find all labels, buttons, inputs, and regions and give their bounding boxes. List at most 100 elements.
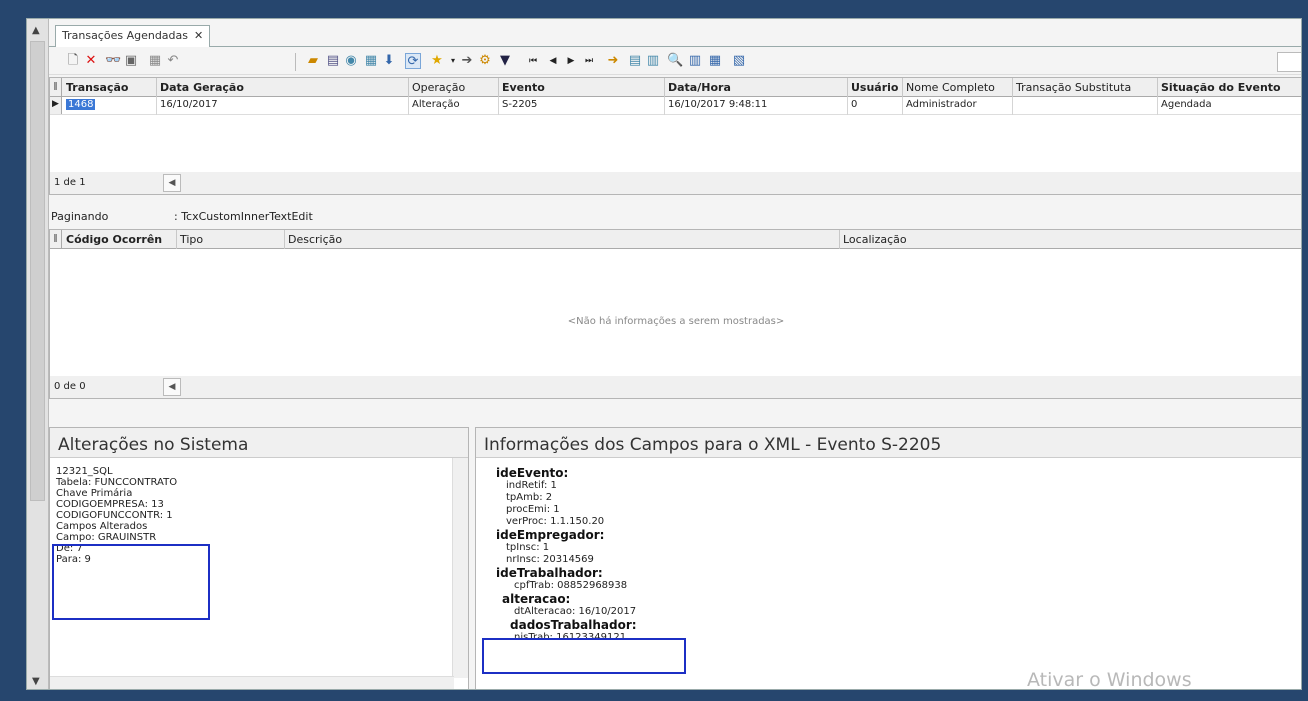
col-transacao[interactable]: Transação [63,78,157,97]
cell-data-geracao[interactable]: 16/10/2017 [157,97,409,115]
xml-field: tpAmb: 2 [506,492,553,503]
print-icon[interactable]: ▣ [123,53,139,69]
report-icon[interactable]: ▤ [627,53,643,69]
close-tab-icon[interactable]: ✕ [194,29,203,42]
scroll-down-icon[interactable]: ▼ [32,676,40,687]
status-label: Paginando [51,210,109,223]
col-transacao-substituta[interactable]: Transação Substituta [1013,78,1158,97]
main-area: Transações Agendadas ✕ 🗋 ✕ 👓 ▣ ▦ ↶ ▰ ▤ ◉ … [49,19,1301,690]
changes-panel: Alterações no Sistema 12321_SQL Tabela: … [49,427,469,689]
changes-panel-title: Alterações no Sistema [50,428,468,458]
page-prev-icon[interactable]: ◀ [163,378,181,396]
save-icon[interactable]: ▦ [147,53,163,69]
row-indicator-header: ‖ [50,78,62,96]
col-data-geracao[interactable]: Data Geração [157,78,409,97]
toolbar-search-box[interactable] [1277,52,1301,72]
grid-icon[interactable]: ▦ [707,53,723,69]
xml-group-dadostrabalhador: dadosTrabalhador: [510,618,637,632]
search-icon[interactable]: 🔍 [667,53,683,69]
cell-operacao[interactable]: Alteração [409,97,499,115]
table-icon[interactable]: ▦ [363,53,379,69]
grid-header: ‖ Transação Data Geração Operação Evento… [50,78,1301,97]
cell-data-hora[interactable]: 16/10/2017 9:48:11 [665,97,848,115]
col-usuario[interactable]: Usuário [848,78,903,97]
tab-label: Transações Agendadas [62,29,189,42]
transactions-grid: ‖ Transação Data Geração Operação Evento… [49,77,1301,195]
preview-icon[interactable]: ▧ [731,53,747,69]
next-record-icon[interactable]: ▶ [563,53,579,69]
star-icon[interactable]: ★ [429,53,445,69]
cell-transacao[interactable]: 1468 [63,97,157,115]
status-value: : TcxCustomInnerTextEdit [174,210,313,223]
col-descricao[interactable]: Descrição [285,230,840,249]
col-codigo-ocorrencia[interactable]: Código Ocorrên [63,230,177,249]
col-tipo[interactable]: Tipo [177,230,285,249]
scroll-up-icon[interactable]: ▲ [32,25,40,36]
first-record-icon[interactable]: ⏮ [525,53,541,69]
xml-group-ideempregador: ideEmpregador: [496,528,605,542]
occurrences-grid: ‖ Código Ocorrên Tipo Descrição Localiza… [49,229,1301,399]
scroll-thumb[interactable] [30,41,45,501]
col-data-hora[interactable]: Data/Hora [665,78,848,97]
globe-icon[interactable]: ◉ [343,53,359,69]
grid2-pager: 0 de 0 ◀ [50,376,1301,398]
page-count: 0 de 0 [54,381,86,392]
activate-windows-watermark: Ativar o Windows [1027,669,1192,690]
delete-icon[interactable]: ✕ [83,53,99,69]
change-line: Tabela: FUNCCONTRATO [56,477,178,488]
export-icon[interactable]: ➔ [459,53,475,69]
xml-fields-panel: Informações dos Campos para o XML - Even… [475,427,1301,690]
xml-field: dtAlteracao: 16/10/2017 [514,606,637,617]
xml-field: procEmi: 1 [506,504,560,515]
send-icon[interactable]: ➜ [605,53,621,69]
last-record-icon[interactable]: ⏭ [581,53,597,69]
outer-vertical-scrollbar[interactable]: ▲ ▼ [27,19,49,689]
xml-field: tpInsc: 1 [506,542,550,553]
xml-fields[interactable]: ideEvento: indRetif: 1 tpAmb: 2 procEmi:… [496,466,637,644]
columns-icon[interactable]: ▥ [687,53,703,69]
cell-nome-completo[interactable]: Administrador [903,97,1013,115]
col-situacao-evento[interactable]: Situação do Evento [1158,78,1301,97]
filter-edit-icon[interactable]: ⚙ [477,53,493,69]
changes-horizontal-scrollbar[interactable] [50,676,454,689]
tab-transacoes-agendadas[interactable]: Transações Agendadas ✕ [55,25,211,47]
col-evento[interactable]: Evento [499,78,665,97]
table-row[interactable]: ▶ 1468 16/10/2017 Alteração S-2205 16/10… [50,97,1301,115]
page-prev-icon[interactable]: ◀ [163,174,181,192]
xml-field: cpfTrab: 08852968938 [514,580,628,591]
download-icon[interactable]: ⬇ [381,53,397,69]
xml-field: indRetif: 1 [506,480,557,491]
form-icon[interactable]: ▤ [325,53,341,69]
page-count: 1 de 1 [54,177,86,188]
change-line: Campo: GRAUINSTR [56,532,157,543]
cell-transacao-value[interactable]: 1468 [66,99,96,110]
change-line: Campos Alterados [56,521,148,532]
prev-record-icon[interactable]: ◀ [545,53,561,69]
undo-icon[interactable]: ↶ [165,53,181,69]
toolbar: 🗋 ✕ 👓 ▣ ▦ ↶ ▰ ▤ ◉ ▦ ⬇ ⟳ ★ ▾ ➔ ⚙ ▼ ⏮ ◀ ▶ … [49,49,1301,75]
cell-usuario[interactable]: 0 [848,97,903,115]
col-nome-completo[interactable]: Nome Completo [903,78,1013,97]
toolbar-separator [295,53,296,71]
col-operacao[interactable]: Operação [409,78,499,97]
xml-field: nrInsc: 20314569 [506,554,594,565]
new-document-icon[interactable]: 🗋 [65,53,81,69]
xml-panel-title: Informações dos Campos para o XML - Even… [476,428,1301,458]
highlight-box [52,544,210,620]
binoculars-icon[interactable]: 👓 [105,53,121,69]
cell-situacao-evento[interactable]: Agendada [1158,97,1301,115]
refresh-icon[interactable]: ⟳ [405,53,421,69]
filter-icon[interactable]: ▼ [497,53,513,69]
grid2-header: ‖ Código Ocorrên Tipo Descrição Localiza… [50,230,1301,249]
report2-icon[interactable]: ▥ [645,53,661,69]
cell-evento[interactable]: S-2205 [499,97,665,115]
xml-group-ideevento: ideEvento: [496,466,569,480]
cell-transacao-substituta[interactable] [1013,97,1158,115]
xml-group-idetrabalhador: ideTrabalhador: [496,566,603,580]
folder-icon[interactable]: ▰ [305,53,321,69]
xml-group-alteracao: alteracao: [502,592,571,606]
current-row-icon: ▶ [50,97,62,114]
status-line: Paginando : TcxCustomInnerTextEdit [49,207,1301,225]
changes-vertical-scrollbar[interactable] [452,458,468,678]
col-localizacao[interactable]: Localização [840,230,1301,249]
